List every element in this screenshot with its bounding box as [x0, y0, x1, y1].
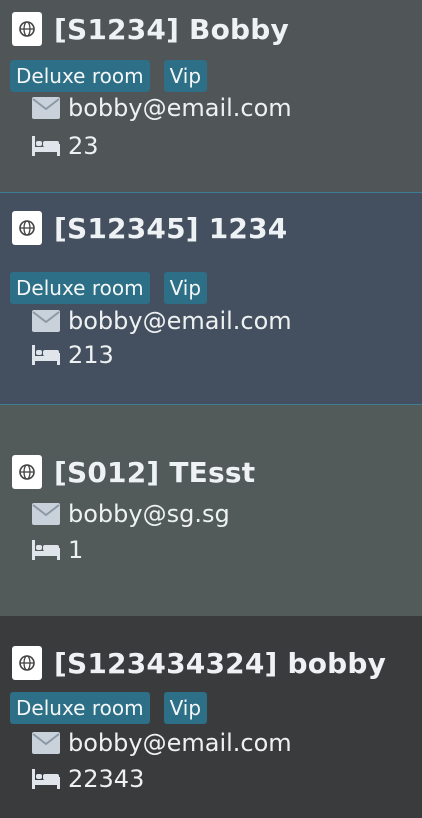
guest-room-code: [S12345]	[54, 211, 199, 245]
tag-deluxe-room: Deluxe room	[10, 692, 150, 724]
guest-title-row: [S123434324] bobby	[12, 646, 386, 680]
bed-icon	[32, 538, 60, 562]
guest-card[interactable]: [S012] TEsst bobby@sg.sg 1	[0, 405, 422, 616]
guest-tags: Deluxe room Vip	[10, 60, 208, 92]
guest-email-row: bobby@sg.sg	[32, 500, 230, 528]
tag-vip: Vip	[163, 60, 208, 92]
guest-email: bobby@email.com	[68, 94, 292, 122]
guest-room-row: 23	[32, 132, 99, 160]
tag-vip: Vip	[163, 272, 208, 304]
guest-tags: Deluxe room Vip	[10, 692, 208, 724]
guest-email: bobby@email.com	[68, 729, 292, 757]
envelope-icon	[32, 96, 60, 120]
guest-room-row: 213	[32, 341, 114, 369]
guest-room-code: [S123434324]	[54, 646, 278, 680]
guest-name: Bobby	[189, 12, 289, 46]
guest-title-row: [S012] TEsst	[12, 455, 255, 489]
guest-title-row: [S12345] 1234	[12, 211, 287, 245]
bed-icon	[32, 343, 60, 367]
tag-deluxe-room: Deluxe room	[10, 272, 150, 304]
guest-title: [S012] TEsst	[54, 456, 255, 489]
passport-icon	[12, 12, 42, 46]
passport-icon	[12, 211, 42, 245]
guest-name: TEsst	[169, 455, 256, 489]
bed-icon	[32, 134, 60, 158]
guest-room-row: 1	[32, 536, 83, 564]
tag-vip: Vip	[163, 692, 208, 724]
passport-icon	[12, 455, 42, 489]
bed-icon	[32, 767, 60, 791]
guest-tags: Deluxe room Vip	[10, 272, 208, 304]
guest-name: 1234	[208, 211, 288, 245]
guest-room-number: 22343	[68, 765, 145, 793]
envelope-icon	[32, 309, 60, 333]
guest-email: bobby@email.com	[68, 307, 292, 335]
guest-card[interactable]: [S1234] Bobby Deluxe room Vip bobby@emai…	[0, 0, 422, 192]
guest-name: bobby	[287, 646, 387, 680]
guest-title: [S123434324] bobby	[54, 647, 386, 680]
guest-room-number: 23	[68, 132, 99, 160]
guest-title-row: [S1234] Bobby	[12, 12, 289, 46]
passport-icon	[12, 646, 42, 680]
guest-title: [S1234] Bobby	[54, 13, 289, 46]
guest-room-row: 22343	[32, 765, 144, 793]
guest-list: [S1234] Bobby Deluxe room Vip bobby@emai…	[0, 0, 422, 818]
tag-deluxe-room: Deluxe room	[10, 60, 150, 92]
guest-email: bobby@sg.sg	[68, 500, 230, 528]
guest-card-selected[interactable]: [S12345] 1234 Deluxe room Vip bobby@emai…	[0, 192, 422, 405]
guest-room-code: [S1234]	[54, 12, 180, 46]
envelope-icon	[32, 502, 60, 526]
guest-title: [S12345] 1234	[54, 212, 287, 245]
guest-email-row: bobby@email.com	[32, 307, 292, 335]
guest-card[interactable]: [S123434324] bobby Deluxe room Vip bobby…	[0, 616, 422, 818]
guest-room-number: 1	[68, 536, 84, 564]
guest-room-code: [S012]	[54, 455, 160, 489]
guest-email-row: bobby@email.com	[32, 729, 292, 757]
guest-email-row: bobby@email.com	[32, 94, 292, 122]
envelope-icon	[32, 731, 60, 755]
guest-room-number: 213	[68, 341, 114, 369]
